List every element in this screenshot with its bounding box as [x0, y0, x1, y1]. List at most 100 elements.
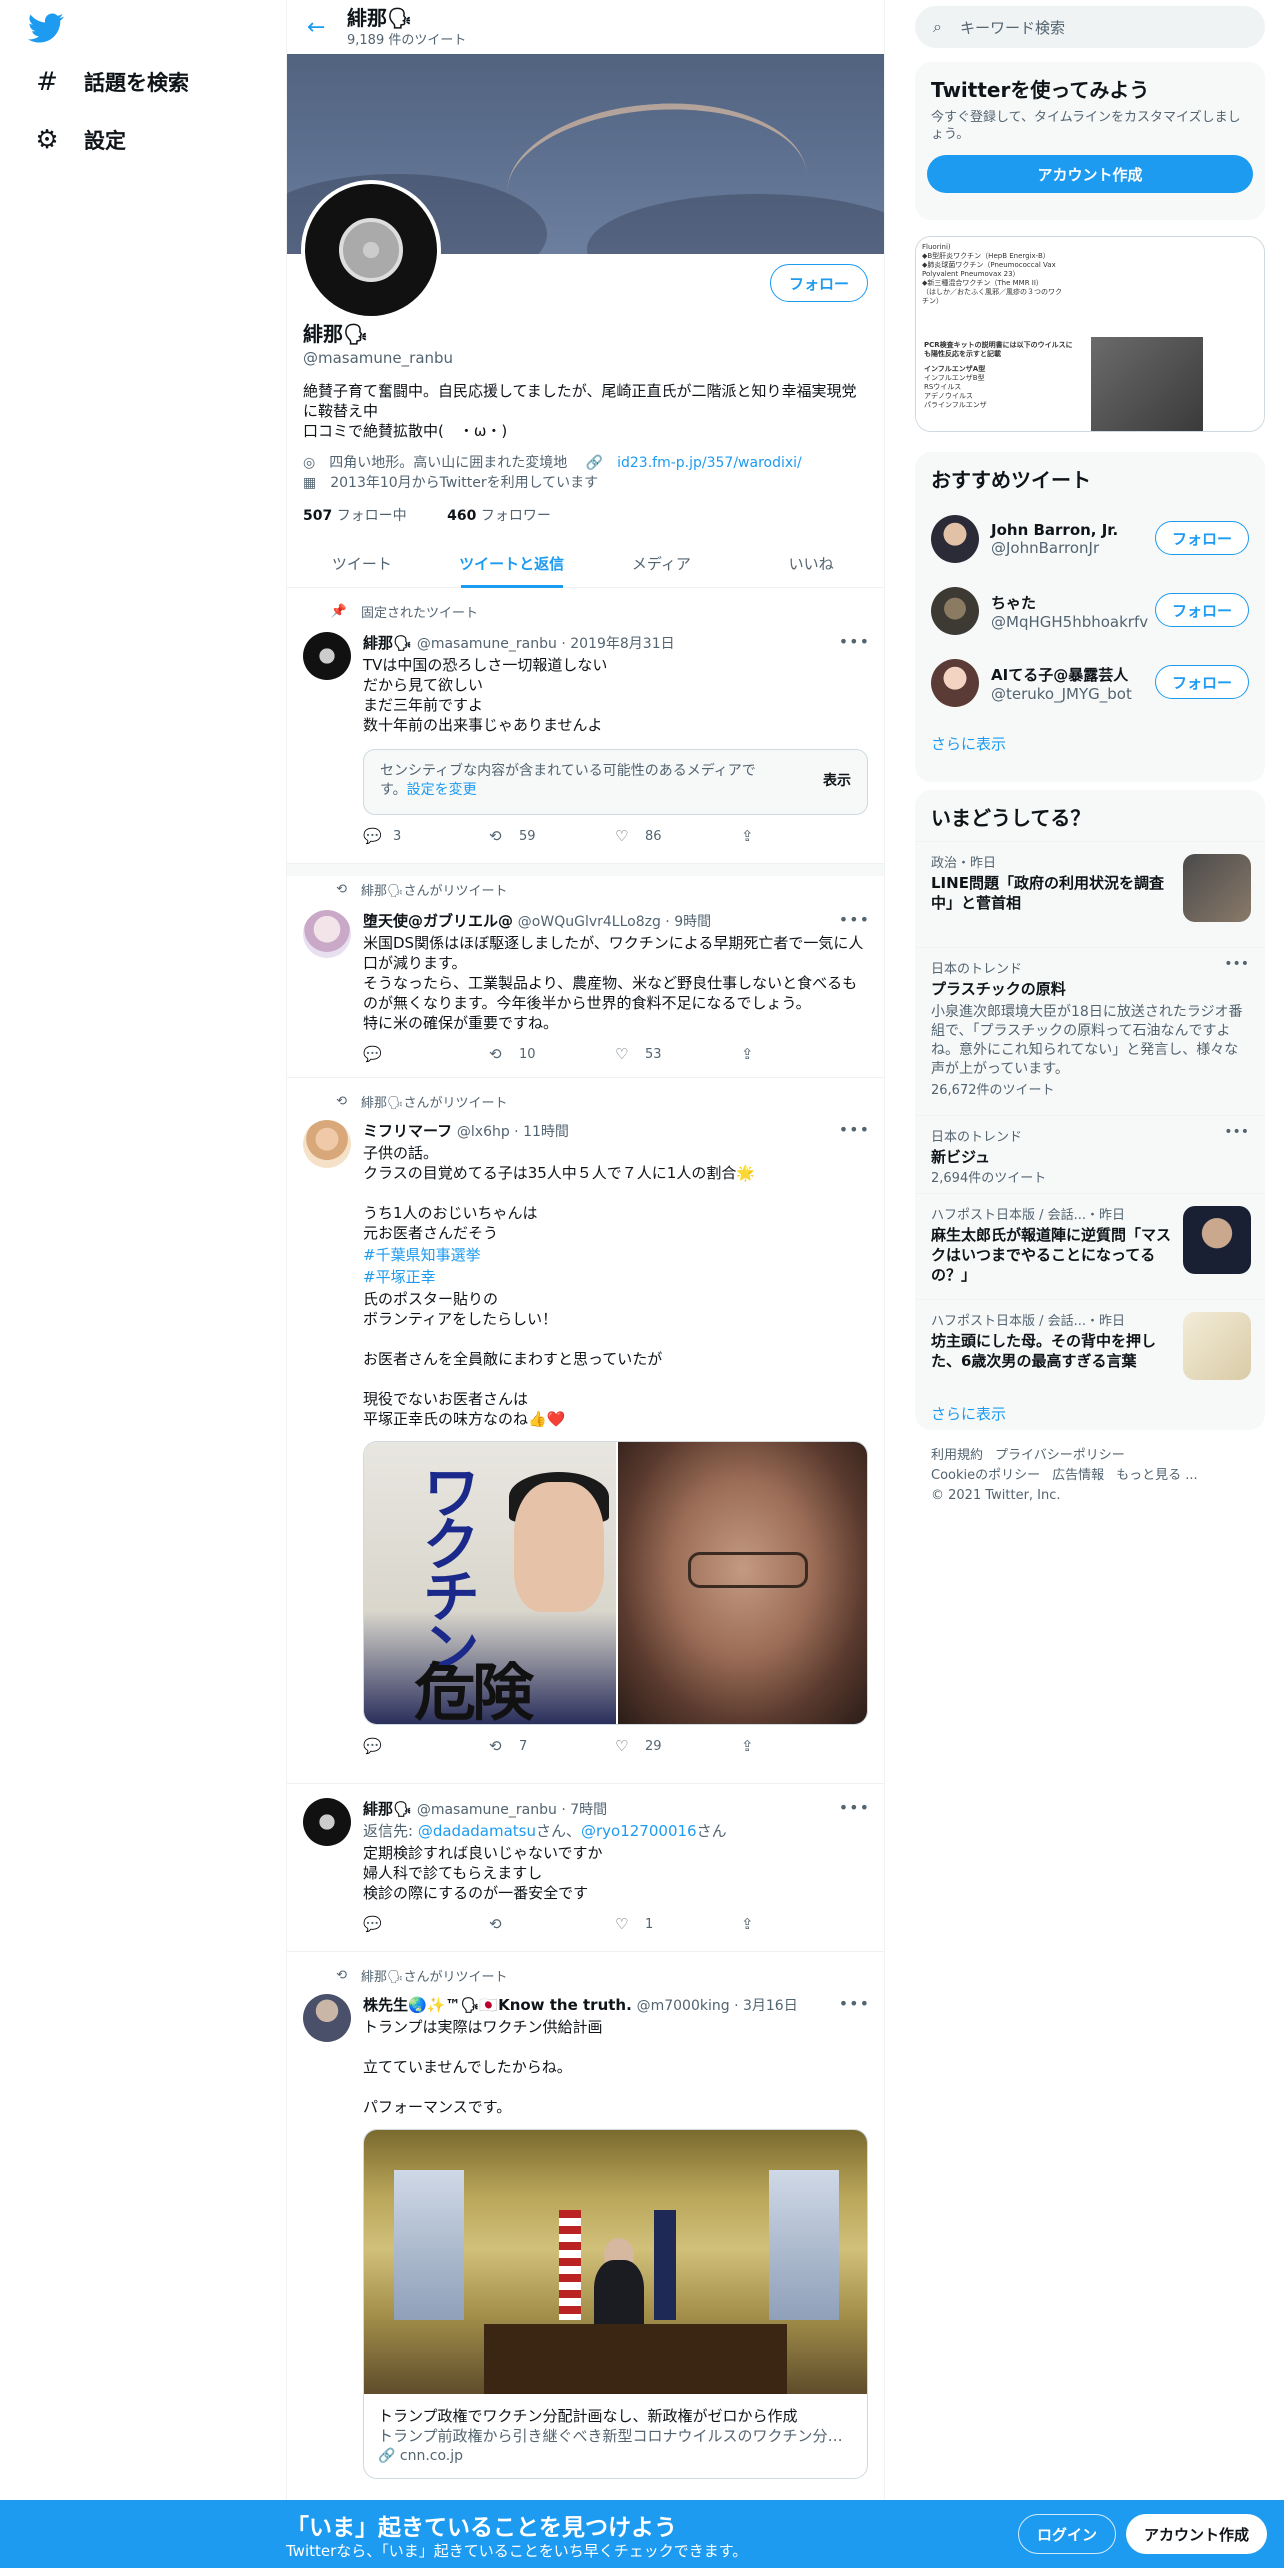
media-thumbnail[interactable] — [1091, 335, 1203, 431]
profile-website-link[interactable]: id23.fm-p.jp/357/warodixi/ — [617, 455, 802, 471]
tab-tweets-and-replies[interactable]: ツイートと返信 — [437, 540, 587, 588]
avatar[interactable] — [931, 659, 979, 707]
more-options-icon[interactable]: ••• — [1224, 956, 1249, 972]
recommended-account[interactable]: AIてる子@暴露芸人 @teruko_JMYG_bot フォロー — [915, 647, 1265, 719]
following-stat[interactable]: 507 フォロー中 — [303, 508, 425, 524]
back-arrow-icon[interactable]: ← — [307, 15, 347, 40]
tweet-author-name[interactable]: ミフリマーフ — [363, 1122, 452, 1140]
nav-settings[interactable]: ⚙ 設定 — [32, 118, 126, 162]
tweet-author-name[interactable]: 緋那🗣 — [363, 1800, 412, 1818]
more-options-icon[interactable]: ••• — [1224, 1124, 1249, 1140]
tweet-author-handle[interactable]: @lx6hp — [457, 1124, 510, 1140]
tweet-time[interactable]: 7時間 — [570, 1802, 607, 1818]
retweet-button[interactable]: ⟲ 10 — [489, 1045, 615, 1063]
create-account-button[interactable]: アカウント作成 — [927, 155, 1253, 193]
tweet-author-name[interactable]: 株先生🌏✨™🗣🇯🇵Know the truth. — [363, 1996, 632, 2014]
reply-to-user-link[interactable]: @dadadamatsu — [418, 1822, 536, 1840]
tweet-time[interactable]: 2019年8月31日 — [570, 636, 674, 652]
tweet-item[interactable]: ••• 緋那🗣 @masamune_ranbu · 7時間 返信先: @dada… — [287, 1784, 884, 1952]
signup-button[interactable]: アカウント作成 — [1126, 2514, 1268, 2554]
reply-button[interactable]: 💬 — [363, 1915, 489, 1933]
footer-link[interactable]: Cookieのポリシー — [931, 1468, 1040, 1483]
recommended-account[interactable]: ちゃた @MqHGH5hbhoakrfv フォロー — [915, 575, 1265, 647]
like-button[interactable]: ♡ 86 — [615, 827, 741, 845]
account-name[interactable]: ちゃた — [991, 592, 1148, 613]
tweet-actions: 💬 ⟲ 7 ♡ 29 ⇪ — [363, 1737, 868, 1755]
tweet-author-name[interactable]: 堕天使@ガブリエル@ — [363, 912, 513, 930]
media-thumbnail[interactable]: PCR検査キットの説明書には以下のウイルスに も陽性反応を示すと記載 インフルエ… — [916, 335, 1091, 431]
tweet-author-handle[interactable]: @m7000king — [637, 1998, 730, 2014]
tab-tweets[interactable]: ツイート — [287, 540, 437, 587]
share-button[interactable]: ⇪ — [741, 1915, 867, 1933]
tweet-media[interactable]: ワクチン 危険 — [363, 1441, 868, 1725]
tweet-time[interactable]: 11時間 — [523, 1124, 569, 1140]
reply-button[interactable]: 💬 — [363, 1045, 489, 1063]
avatar[interactable] — [931, 515, 979, 563]
show-media-button[interactable]: 表示 — [823, 772, 851, 791]
footer-link[interactable]: プライバシーポリシー — [995, 1448, 1125, 1463]
tweet-avatar[interactable] — [303, 910, 351, 958]
search-bar[interactable]: ⌕ キーワード検索 — [915, 6, 1265, 48]
reply-to-user-link[interactable]: @ryo12700016 — [581, 1822, 697, 1840]
hashtag-link[interactable]: #平塚正幸 — [363, 1267, 868, 1287]
share-button[interactable]: ⇪ — [741, 1737, 867, 1755]
media-thumbnail[interactable]: Fluorini) ◆B型肝炎ワクチン（HepB Energix-B） ◆肺炎球… — [916, 237, 1091, 335]
retweet-button[interactable]: ⟲ — [489, 1915, 615, 1933]
tab-likes[interactable]: いいね — [736, 540, 884, 587]
tweet-time[interactable]: 3月16日 — [743, 1998, 798, 2014]
account-name[interactable]: AIてる子@暴露芸人 — [991, 664, 1132, 685]
tweet-item[interactable]: ⟲ 緋那🗣さんがリツイート ••• ミフリマーフ @lx6hp · 11時間 子供… — [287, 1078, 884, 1784]
profile-avatar[interactable] — [301, 180, 441, 320]
retweet-button[interactable]: ⟲ 59 — [489, 827, 615, 845]
retweet-button[interactable]: ⟲ 7 — [489, 1737, 615, 1755]
like-count: 86 — [645, 828, 662, 844]
tweet-avatar[interactable] — [303, 1798, 351, 1846]
avatar[interactable] — [931, 587, 979, 635]
like-button[interactable]: ♡ 53 — [615, 1045, 741, 1063]
footer-link[interactable]: もっと見る ... — [1116, 1468, 1198, 1483]
tab-media[interactable]: メディア — [587, 540, 737, 587]
tweet-avatar[interactable] — [303, 632, 351, 680]
footer-link[interactable]: 広告情報 — [1052, 1468, 1104, 1483]
tweet-author-handle[interactable]: @oWQuGlvr4LLo8zg — [518, 914, 661, 930]
share-button[interactable]: ⇪ — [741, 1045, 867, 1063]
hashtag-link[interactable]: #千葉県知事選挙 — [363, 1245, 868, 1265]
tweet-time[interactable]: 9時間 — [674, 914, 711, 930]
tweet-avatar[interactable] — [303, 1994, 351, 2042]
show-more-link[interactable]: さらに表示 — [915, 719, 1265, 768]
trend-item[interactable]: 日本のトレンド ••• 新ビジュ 2,694件のツイート — [915, 1115, 1265, 1193]
account-name[interactable]: John Barron, Jr. — [991, 521, 1118, 539]
follow-button[interactable]: フォロー — [1154, 665, 1249, 699]
tweet-item[interactable]: ⟲ 緋那🗣さんがリツイート ••• 堕天使@ガブリエル@ @oWQuGlvr4LL… — [287, 876, 884, 1078]
change-settings-link[interactable]: 設定を変更 — [407, 782, 477, 798]
follow-button[interactable]: フォロー — [1154, 593, 1249, 627]
tweet-author-handle[interactable]: @masamune_ranbu — [417, 1802, 557, 1818]
nav-explore[interactable]: # 話題を検索 — [32, 60, 189, 104]
trend-item[interactable]: 日本のトレンド ••• プラスチックの原料 小泉進次郎環境大臣が18日に放送され… — [915, 947, 1265, 1115]
tweet-image[interactable]: ワクチン 危険 — [364, 1442, 616, 1724]
followers-stat[interactable]: 460 フォロワー — [447, 508, 569, 524]
profile-follow-button[interactable]: フォロー — [769, 264, 868, 302]
search-input[interactable]: キーワード検索 — [960, 17, 1065, 38]
trend-item[interactable]: ハフポスト日本版 / 会話...・昨日 麻生太郎氏が報道陣に逆質問「マスクはいつ… — [915, 1193, 1265, 1299]
trend-item[interactable]: ハフポスト日本版 / 会話...・昨日 坊主頭にした母。その背中を押した、6歳次… — [915, 1299, 1265, 1389]
tweet-author-handle[interactable]: @masamune_ranbu — [417, 636, 557, 652]
link-card[interactable]: トランプ政権でワクチン分配計画なし、新政権がゼロから作成 トランプ前政権から引き… — [363, 2129, 868, 2479]
show-more-link[interactable]: さらに表示 — [915, 1389, 1265, 1430]
follow-button[interactable]: フォロー — [1154, 521, 1249, 555]
reply-button[interactable]: 💬 — [363, 1737, 489, 1755]
like-button[interactable]: ♡ 29 — [615, 1737, 741, 1755]
like-button[interactable]: ♡ 1 — [615, 1915, 741, 1933]
twitter-bird-icon[interactable] — [28, 10, 64, 46]
share-button[interactable]: ⇪ — [741, 827, 867, 845]
tweet-author-name[interactable]: 緋那🗣 — [363, 634, 412, 652]
footer-link[interactable]: 利用規約 — [931, 1448, 983, 1463]
trend-item[interactable]: 政治・昨日 LINE問題「政府の利用状況を調査中」と菅首相 — [915, 841, 1265, 947]
login-button[interactable]: ログイン — [1018, 2514, 1117, 2554]
tweet-avatar[interactable] — [303, 1120, 351, 1168]
tweet-image[interactable] — [615, 1442, 867, 1724]
recommended-account[interactable]: John Barron, Jr. @JohnBarronJr フォロー — [915, 503, 1265, 575]
tweet-item[interactable]: 📌 固定されたツイート ••• 緋那🗣 @masamune_ranbu · 201… — [287, 588, 884, 864]
tweet-item[interactable]: ⟲ 緋那🗣さんがリツイート ••• 株先生🌏✨™🗣🇯🇵Know the truth… — [287, 1952, 884, 2500]
reply-button[interactable]: 💬 3 — [363, 827, 489, 845]
